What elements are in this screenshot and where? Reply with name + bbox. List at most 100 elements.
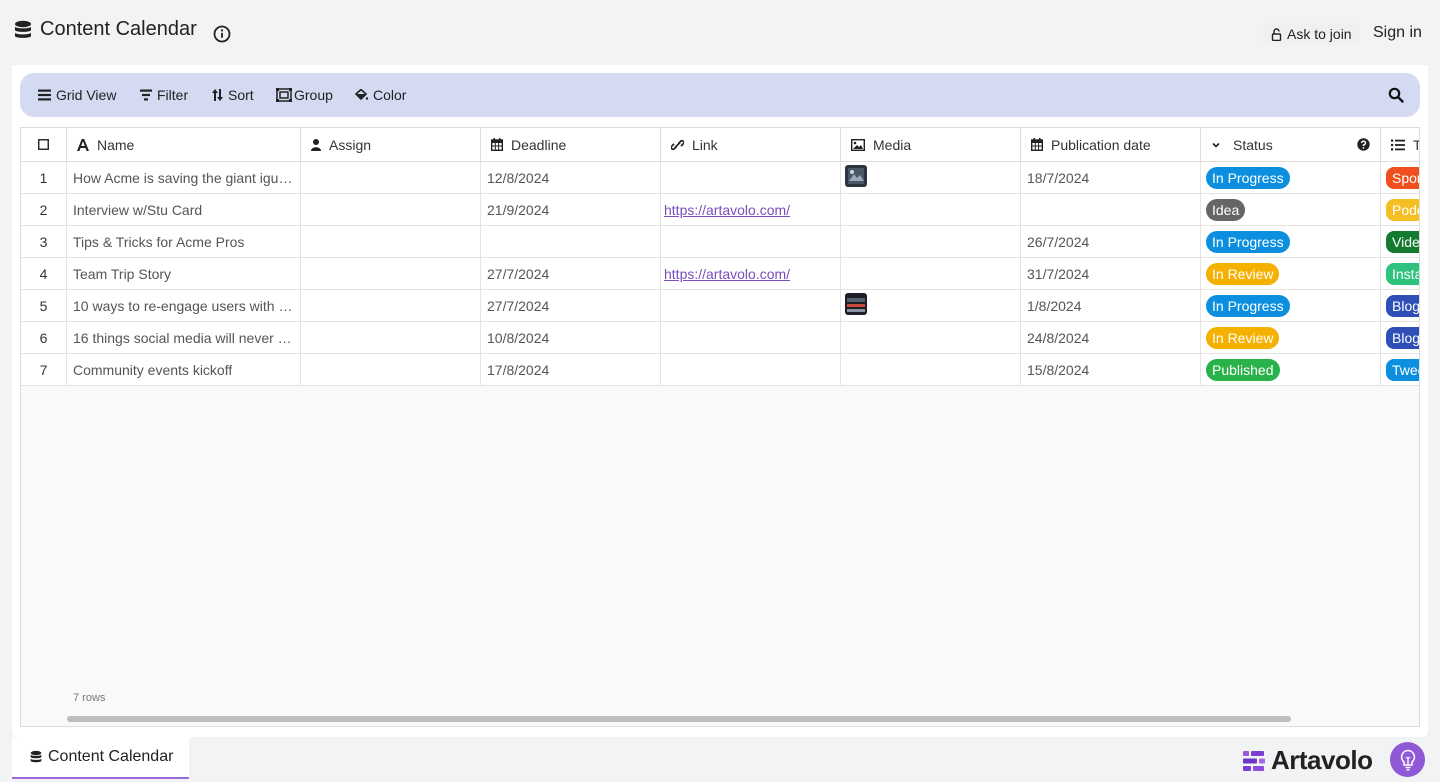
cell-type[interactable]: Spon bbox=[1381, 162, 1419, 193]
cell-type[interactable]: Vide bbox=[1381, 226, 1419, 257]
column-header-type[interactable]: Ty bbox=[1381, 128, 1419, 161]
row-number[interactable]: 2 bbox=[21, 194, 67, 225]
help-icon[interactable] bbox=[1357, 138, 1370, 151]
sort-button[interactable]: Sort bbox=[212, 86, 254, 104]
cell-status[interactable]: In Progress bbox=[1201, 226, 1381, 257]
table-row[interactable]: 7 Community events kickoff 17/8/2024 15/8/2… bbox=[21, 354, 1419, 386]
cell-media[interactable] bbox=[841, 194, 1021, 225]
cell-media[interactable] bbox=[841, 162, 1021, 193]
table-row[interactable]: 5 10 ways to re-engage users with … 27/7/2… bbox=[21, 290, 1419, 322]
cell-name[interactable]: 16 things social media will never … bbox=[67, 322, 301, 353]
cell-media[interactable] bbox=[841, 290, 1021, 321]
brand-logo[interactable]: Artavolo bbox=[1243, 745, 1373, 776]
cell-link[interactable]: https://artavolo.com/ bbox=[661, 258, 841, 289]
cell-type[interactable]: Blog bbox=[1381, 322, 1419, 353]
cell-assign[interactable] bbox=[301, 162, 481, 193]
filter-button[interactable]: Filter bbox=[140, 86, 188, 104]
cell-assign[interactable] bbox=[301, 194, 481, 225]
row-number[interactable]: 6 bbox=[21, 322, 67, 353]
cell-link[interactable] bbox=[661, 226, 841, 257]
cell-deadline[interactable] bbox=[481, 226, 661, 257]
cell-link[interactable] bbox=[661, 162, 841, 193]
link-url[interactable]: https://artavolo.com/ bbox=[664, 266, 790, 282]
cell-name[interactable]: How Acme is saving the giant igu… bbox=[67, 162, 301, 193]
cell-publication-date[interactable]: 31/7/2024 bbox=[1021, 258, 1201, 289]
cell-assign[interactable] bbox=[301, 354, 481, 385]
column-header-status[interactable]: Status bbox=[1201, 128, 1381, 161]
column-header-link[interactable]: Link bbox=[661, 128, 841, 161]
column-header-publication-date[interactable]: Publication date bbox=[1021, 128, 1201, 161]
cell-status[interactable]: In Progress bbox=[1201, 162, 1381, 193]
cell-status[interactable]: Published bbox=[1201, 354, 1381, 385]
column-header-media[interactable]: Media bbox=[841, 128, 1021, 161]
ask-to-join-button[interactable]: Ask to join bbox=[1263, 23, 1360, 45]
table-row[interactable]: 4 Team Trip Story 27/7/2024 https://artavol… bbox=[21, 258, 1419, 290]
cell-deadline[interactable]: 10/8/2024 bbox=[481, 322, 661, 353]
table-row[interactable]: 6 16 things social media will never … 10/8… bbox=[21, 322, 1419, 354]
link-url[interactable]: https://artavolo.com/ bbox=[664, 202, 790, 218]
cell-assign[interactable] bbox=[301, 290, 481, 321]
cell-status[interactable]: In Progress bbox=[1201, 290, 1381, 321]
row-number[interactable]: 7 bbox=[21, 354, 67, 385]
cell-media[interactable] bbox=[841, 354, 1021, 385]
table-row[interactable]: 2 Interview w/Stu Card 21/9/2024 https://ar… bbox=[21, 194, 1419, 226]
cell-link[interactable] bbox=[661, 354, 841, 385]
column-header-name[interactable]: Name bbox=[67, 128, 301, 161]
select-all-checkbox[interactable] bbox=[21, 128, 67, 161]
cell-assign[interactable] bbox=[301, 258, 481, 289]
grid-view-button[interactable]: Grid View bbox=[38, 86, 116, 104]
lightbulb-button[interactable] bbox=[1390, 742, 1425, 777]
cell-status[interactable]: In Review bbox=[1201, 322, 1381, 353]
media-thumbnail[interactable] bbox=[845, 164, 867, 187]
cell-assign[interactable] bbox=[301, 322, 481, 353]
cell-link[interactable] bbox=[661, 290, 841, 321]
cell-type[interactable]: Blog bbox=[1381, 290, 1419, 321]
cell-name[interactable]: Interview w/Stu Card bbox=[67, 194, 301, 225]
row-number[interactable]: 3 bbox=[21, 226, 67, 257]
sign-in-link[interactable]: Sign in bbox=[1373, 24, 1422, 42]
artavolo-logo-icon bbox=[1243, 750, 1265, 771]
cell-name[interactable]: Tips & Tricks for Acme Pros bbox=[67, 226, 301, 257]
cell-media[interactable] bbox=[841, 258, 1021, 289]
cell-deadline[interactable]: 27/7/2024 bbox=[481, 258, 661, 289]
cell-type[interactable]: Podc bbox=[1381, 194, 1419, 225]
info-icon[interactable] bbox=[213, 25, 231, 43]
cell-status[interactable]: In Review bbox=[1201, 258, 1381, 289]
cell-deadline[interactable]: 12/8/2024 bbox=[481, 162, 661, 193]
cell-publication-date[interactable]: 18/7/2024 bbox=[1021, 162, 1201, 193]
group-button[interactable]: Group bbox=[276, 86, 333, 104]
cell-type[interactable]: Insta bbox=[1381, 258, 1419, 289]
row-number[interactable]: 1 bbox=[21, 162, 67, 193]
cell-publication-date[interactable] bbox=[1021, 194, 1201, 225]
column-header-deadline[interactable]: Deadline bbox=[481, 128, 661, 161]
row-number[interactable]: 5 bbox=[21, 290, 67, 321]
cell-status[interactable]: Idea bbox=[1201, 194, 1381, 225]
column-header-assign[interactable]: Assign bbox=[301, 128, 481, 161]
media-thumbnail[interactable] bbox=[845, 292, 867, 315]
table-row[interactable]: 3 Tips & Tricks for Acme Pros 26/7/2024 In … bbox=[21, 226, 1419, 258]
horizontal-scrollbar[interactable] bbox=[67, 716, 1291, 722]
search-icon[interactable] bbox=[1388, 87, 1404, 103]
cell-deadline[interactable]: 21/9/2024 bbox=[481, 194, 661, 225]
cell-media[interactable] bbox=[841, 226, 1021, 257]
table-row[interactable]: 1 How Acme is saving the giant igu… 12/8/2… bbox=[21, 162, 1419, 194]
cell-media[interactable] bbox=[841, 322, 1021, 353]
cell-deadline[interactable]: 27/7/2024 bbox=[481, 290, 661, 321]
cell-assign[interactable] bbox=[301, 226, 481, 257]
tab-content-calendar[interactable]: Content Calendar bbox=[12, 737, 189, 779]
row-number[interactable]: 4 bbox=[21, 258, 67, 289]
column-label: Link bbox=[692, 136, 718, 153]
cell-name[interactable]: Team Trip Story bbox=[67, 258, 301, 289]
cell-type[interactable]: Twee bbox=[1381, 354, 1419, 385]
cell-link[interactable]: https://artavolo.com/ bbox=[661, 194, 841, 225]
cell-name[interactable]: 10 ways to re-engage users with … bbox=[67, 290, 301, 321]
cell-deadline[interactable]: 17/8/2024 bbox=[481, 354, 661, 385]
cell-link[interactable] bbox=[661, 322, 841, 353]
color-button[interactable]: Color bbox=[355, 86, 406, 104]
page-title: Content Calendar bbox=[40, 18, 197, 40]
cell-publication-date[interactable]: 1/8/2024 bbox=[1021, 290, 1201, 321]
cell-publication-date[interactable]: 24/8/2024 bbox=[1021, 322, 1201, 353]
cell-name[interactable]: Community events kickoff bbox=[67, 354, 301, 385]
cell-publication-date[interactable]: 26/7/2024 bbox=[1021, 226, 1201, 257]
cell-publication-date[interactable]: 15/8/2024 bbox=[1021, 354, 1201, 385]
